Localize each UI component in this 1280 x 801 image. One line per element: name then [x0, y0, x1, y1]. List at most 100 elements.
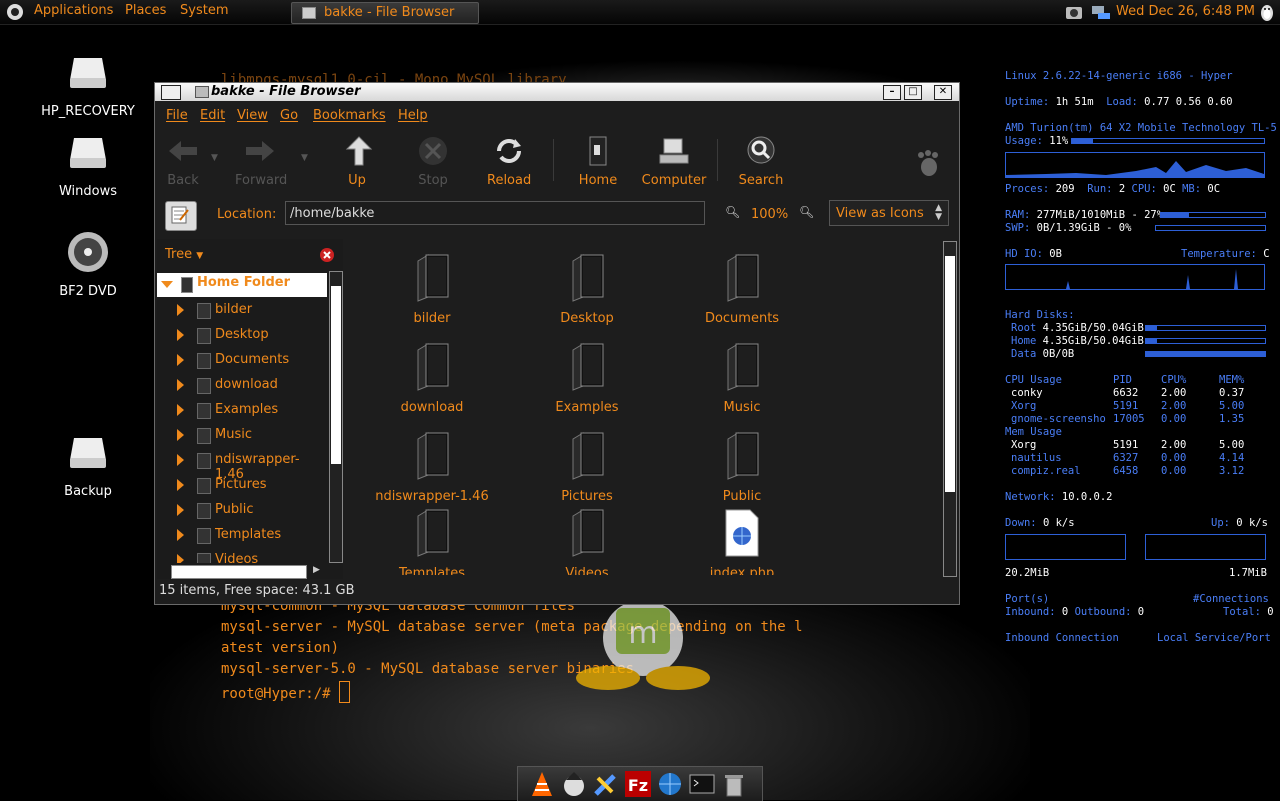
terminal-icon[interactable] — [688, 770, 716, 798]
file-item-desktop[interactable]: Desktop — [512, 253, 662, 326]
icon-view-scrollbar[interactable] — [943, 241, 957, 577]
menu-places[interactable]: Places — [125, 3, 166, 18]
expander-icon[interactable] — [177, 529, 184, 541]
menu-edit[interactable]: Edit — [200, 108, 225, 123]
zoom-in-icon[interactable]: 🔍︎ — [799, 205, 814, 219]
expander-icon[interactable] — [177, 554, 184, 563]
tree-item-download[interactable]: download — [157, 374, 327, 398]
file-item-label: Desktop — [560, 311, 614, 326]
window-titlebar[interactable]: bakke - File Browser – □ ✕ — [155, 83, 959, 101]
desktop-icon-label: Backup — [64, 484, 112, 499]
file-item-music[interactable]: Music — [667, 342, 817, 415]
expander-icon[interactable] — [177, 354, 184, 366]
expander-icon[interactable] — [177, 504, 184, 516]
menu-view[interactable]: View — [237, 108, 268, 123]
taskbar-button-file-browser[interactable]: bakke - File Browser — [291, 2, 479, 24]
tree-item-ndiswrapper-1-46[interactable]: ndiswrapper-1.46 — [157, 449, 327, 482]
expander-icon[interactable] — [177, 379, 184, 391]
location-toggle-button[interactable] — [165, 201, 197, 231]
menu-file[interactable]: File — [166, 108, 188, 123]
expander-icon[interactable] — [177, 454, 184, 466]
sidebar-mode-select[interactable]: Tree ▼ — [165, 247, 203, 262]
file-item-label: Examples — [555, 400, 619, 415]
panel-clock[interactable]: Wed Dec 26, 6:48 PM — [1116, 4, 1255, 19]
conky-procs: 209 — [1055, 183, 1075, 195]
trash-icon[interactable] — [720, 770, 748, 798]
network-icon[interactable] — [1090, 3, 1112, 21]
tree-item-bilder[interactable]: bilder — [157, 299, 327, 323]
file-item-pictures[interactable]: Pictures — [512, 431, 662, 504]
menu-bookmarks[interactable]: Bookmarks — [313, 108, 386, 123]
reload-button[interactable]: Reload — [487, 135, 531, 188]
window-menu-button[interactable] — [161, 85, 181, 100]
desktop-icon-label: Windows — [58, 184, 118, 199]
zoom-level[interactable]: 100% — [751, 207, 788, 222]
file-item-templates[interactable]: Templates — [357, 508, 507, 575]
up-button[interactable]: Up — [341, 135, 373, 188]
terminal-prompt-line[interactable]: root@Hyper:/# — [221, 681, 351, 703]
browser-globe-icon[interactable] — [656, 770, 684, 798]
stop-button[interactable]: Stop — [415, 135, 451, 188]
tree-item-home-folder[interactable]: Home Folder — [157, 273, 327, 297]
desktop-icon-windows[interactable]: Windows — [28, 128, 148, 199]
zoom-out-icon[interactable]: 🔍︎ — [725, 205, 740, 219]
back-history-chevron-icon[interactable]: ▼ — [211, 153, 218, 163]
minimize-button[interactable]: – — [883, 85, 901, 100]
home-button[interactable]: Home — [576, 135, 620, 188]
file-item-download[interactable]: download — [357, 342, 507, 415]
tools-icon[interactable] — [592, 770, 620, 798]
conky-label: Network: — [1005, 491, 1056, 503]
gnome-foot-icon[interactable] — [6, 3, 24, 21]
computer-button[interactable]: Computer — [641, 135, 707, 188]
sidebar-scroll-thumb[interactable] — [331, 286, 341, 464]
expander-icon[interactable] — [177, 404, 184, 416]
file-item-public[interactable]: Public — [667, 431, 817, 504]
drive-icon — [70, 438, 106, 468]
sidebar-hscroll-thumb[interactable] — [171, 565, 307, 579]
forward-button[interactable]: Forward — [235, 135, 287, 188]
filezilla-icon[interactable]: Fz — [624, 770, 652, 798]
desktop-icon-backup[interactable]: Backup — [28, 428, 148, 499]
expander-icon[interactable] — [177, 329, 184, 341]
tree-item-public[interactable]: Public — [157, 499, 327, 523]
vlc-icon[interactable] — [528, 770, 556, 798]
menu-go[interactable]: Go — [280, 108, 298, 123]
tree-item-desktop[interactable]: Desktop — [157, 324, 327, 348]
search-button[interactable]: Search — [738, 135, 784, 188]
scroll-right-icon[interactable]: ▶ — [313, 565, 320, 575]
tux-icon[interactable] — [1259, 3, 1275, 21]
file-item-bilder[interactable]: bilder — [357, 253, 507, 326]
back-button[interactable]: Back — [163, 135, 203, 188]
disk-io-graph — [1005, 264, 1265, 290]
wolf-icon[interactable] — [560, 770, 588, 798]
location-input[interactable] — [285, 201, 705, 225]
tree-item-examples[interactable]: Examples — [157, 399, 327, 423]
desktop-icon-bf2-dvd[interactable]: BF2 DVD — [28, 228, 148, 299]
view-as-select[interactable]: View as Icons ▲ ▼ — [829, 200, 949, 226]
tree-item-pictures[interactable]: Pictures — [157, 474, 327, 498]
tree-item-documents[interactable]: Documents — [157, 349, 327, 373]
file-item-index-php[interactable]: index.php — [667, 508, 817, 575]
tree-item-templates[interactable]: Templates — [157, 524, 327, 548]
forward-history-chevron-icon[interactable]: ▼ — [301, 153, 308, 163]
desktop-icon-hp-recovery[interactable]: HP_RECOVERY — [28, 48, 148, 119]
maximize-button[interactable]: □ — [904, 85, 922, 100]
file-item-ndiswrapper-1-46[interactable]: ndiswrapper-1.46 — [357, 431, 507, 504]
icon-view-scroll-thumb[interactable] — [945, 256, 955, 492]
folder-icon — [727, 432, 759, 480]
expander-icon[interactable] — [177, 479, 184, 491]
menu-system[interactable]: System — [180, 3, 228, 18]
screenshot-icon[interactable] — [1064, 3, 1084, 21]
file-item-videos[interactable]: Videos — [512, 508, 662, 575]
tree-item-videos[interactable]: Videos — [157, 549, 327, 563]
file-item-documents[interactable]: Documents — [667, 253, 817, 326]
file-item-examples[interactable]: Examples — [512, 342, 662, 415]
menu-help[interactable]: Help — [398, 108, 428, 123]
expander-icon[interactable] — [177, 429, 184, 441]
expander-icon[interactable] — [177, 304, 184, 316]
close-button[interactable]: ✕ — [934, 85, 952, 100]
close-sidebar-icon[interactable] — [319, 247, 335, 263]
tree-item-music[interactable]: Music — [157, 424, 327, 448]
menu-applications[interactable]: Applications — [34, 3, 113, 18]
sidebar-scrollbar[interactable] — [329, 271, 343, 563]
